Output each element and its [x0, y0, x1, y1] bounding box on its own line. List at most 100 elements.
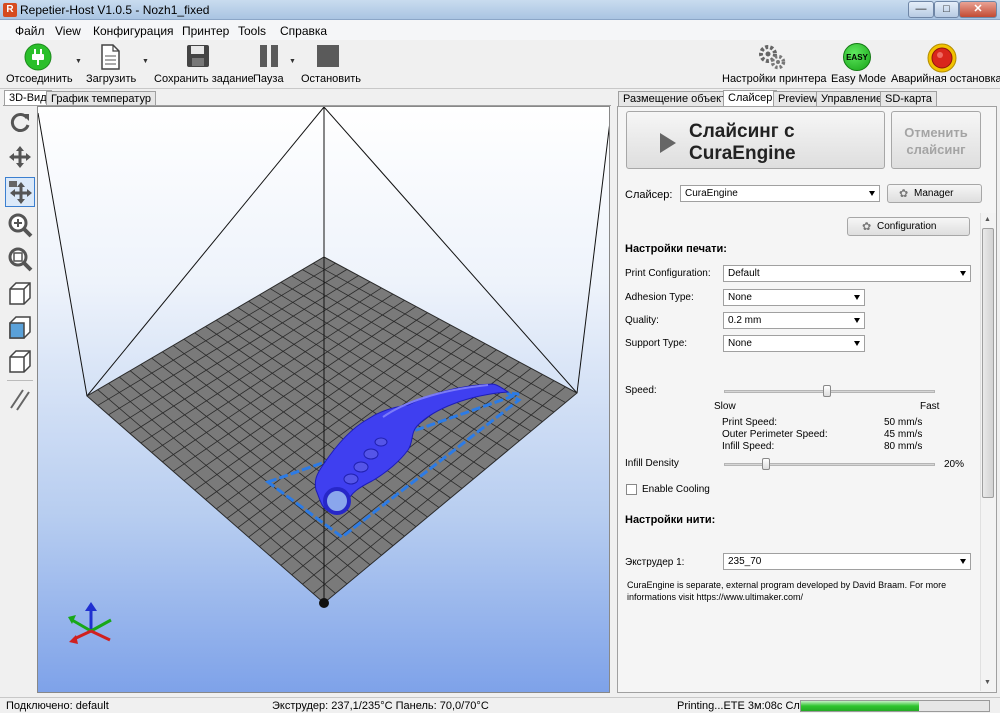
- stop-icon: [317, 45, 339, 67]
- tab-sd-card[interactable]: SD-карта: [880, 91, 938, 107]
- menu-printer[interactable]: Принтер: [182, 24, 229, 38]
- print-speed-value: 50 mm/s: [884, 417, 923, 428]
- speed-slider-thumb[interactable]: [822, 385, 831, 397]
- menu-help[interactable]: Справка: [280, 24, 327, 38]
- move-object-tool-selected[interactable]: [5, 177, 35, 207]
- fit-view-icon[interactable]: [7, 246, 33, 272]
- slicer-select-value: CuraEngine: [685, 188, 738, 199]
- scroll-down-icon[interactable]: ▼: [984, 679, 991, 686]
- view-front-icon[interactable]: [7, 315, 33, 341]
- gear-icon: ✿: [899, 188, 909, 200]
- support-type-select[interactable]: None: [723, 335, 865, 352]
- disconnect-button[interactable]: Отсоединить: [4, 42, 73, 88]
- document-icon: [101, 44, 120, 70]
- chevron-down-icon: [960, 271, 966, 276]
- tab-preview[interactable]: Preview: [773, 91, 823, 107]
- manager-label: Manager: [914, 188, 954, 199]
- infill-density-value: 20%: [944, 459, 965, 470]
- scrollbar-thumb[interactable]: [982, 228, 994, 498]
- support-type-label: Support Type:: [625, 338, 688, 349]
- window-title: Repetier-Host V1.0.5 - Nozh1_fixed: [20, 3, 210, 17]
- emergency-stop-icon: [927, 43, 957, 73]
- emergency-stop-button[interactable]: Аварийная остановка: [889, 42, 1000, 88]
- infill-density-slider-track[interactable]: [724, 463, 935, 466]
- view-top-icon[interactable]: [7, 349, 33, 375]
- chevron-down-icon: [854, 295, 860, 300]
- adhesion-type-select[interactable]: None: [723, 289, 865, 306]
- cancel-line1: Отменить: [904, 125, 968, 140]
- manager-button[interactable]: ✿ Manager: [887, 184, 982, 203]
- outer-perimeter-speed-value: 45 mm/s: [884, 429, 923, 440]
- save-job-label: Сохранить задание: [154, 73, 254, 85]
- print-bed: [86, 256, 578, 604]
- print-speed-label: Print Speed:: [722, 417, 778, 428]
- stop-button[interactable]: Остановить: [300, 42, 362, 88]
- pause-dropdown-arrow[interactable]: ▼: [289, 58, 296, 65]
- configuration-button[interactable]: ✿ Configuration: [847, 217, 970, 236]
- gear-icon: ✿: [862, 221, 872, 233]
- outer-perimeter-speed-label: Outer Perimeter Speed:: [722, 429, 828, 440]
- extruder1-label: Экструдер 1:: [625, 557, 685, 568]
- print-configuration-select[interactable]: Default: [723, 265, 971, 282]
- save-job-button[interactable]: Сохранить задание: [152, 42, 254, 88]
- chevron-down-icon: [869, 191, 875, 196]
- print-configuration-value: Default: [728, 268, 760, 279]
- menu-tools[interactable]: Tools: [238, 24, 266, 38]
- close-button[interactable]: ✕: [959, 1, 997, 18]
- chevron-down-icon: [960, 559, 966, 564]
- tab-control[interactable]: Управление: [816, 91, 888, 107]
- chevron-down-icon: [854, 341, 860, 346]
- pause-icon: [260, 45, 278, 67]
- slicer-label: Слайсер:: [625, 189, 673, 201]
- floppy-icon: [187, 45, 209, 67]
- slice-with-curaengine-button[interactable]: Слайсинг с CuraEngine: [626, 111, 885, 169]
- scroll-up-icon[interactable]: ▲: [984, 216, 991, 223]
- menu-file[interactable]: Файл: [15, 24, 45, 38]
- menu-configuration[interactable]: Конфигурация: [93, 24, 174, 38]
- reset-view-icon[interactable]: [7, 110, 33, 136]
- move-view-icon[interactable]: [7, 144, 33, 170]
- cancel-slicing-label: Отменить слайсинг: [892, 124, 980, 158]
- filament-settings-title: Настройки нити:: [625, 514, 716, 526]
- chevron-down-icon: [854, 318, 860, 323]
- stop-label: Остановить: [301, 73, 362, 85]
- configuration-label: Configuration: [877, 221, 937, 232]
- view-isometric-icon[interactable]: [7, 281, 33, 307]
- load-button[interactable]: Загрузить: [84, 42, 142, 88]
- infill-density-slider-thumb[interactable]: [761, 458, 770, 470]
- disconnect-dropdown-arrow[interactable]: ▼: [75, 58, 82, 65]
- load-dropdown-arrow[interactable]: ▼: [142, 58, 149, 65]
- emergency-stop-label: Аварийная остановка: [891, 73, 1000, 85]
- menu-view[interactable]: View: [55, 24, 81, 38]
- infill-speed-value: 80 mm/s: [884, 441, 923, 452]
- menu-bar: Файл View Конфигурация Принтер Tools Спр…: [0, 20, 1000, 40]
- 3d-viewport[interactable]: [37, 106, 610, 693]
- gears-icon: [759, 45, 786, 70]
- zoom-icon[interactable]: [7, 212, 33, 238]
- infill-density-label: Infill Density: [625, 458, 679, 469]
- quality-select[interactable]: 0.2 mm: [723, 312, 865, 329]
- cancel-slicing-button[interactable]: Отменить слайсинг: [891, 111, 981, 169]
- parallel-projection-icon[interactable]: [7, 386, 33, 412]
- speed-label: Speed:: [625, 385, 657, 396]
- minimize-button[interactable]: —: [908, 1, 934, 18]
- extruder1-value: 235_70: [728, 556, 762, 567]
- pause-button[interactable]: Пауза: [251, 42, 287, 88]
- printer-settings-button[interactable]: Настройки принтера: [722, 42, 827, 88]
- tab-slicer[interactable]: Слайсер: [723, 90, 778, 107]
- slicer-panel: Слайсинг с CuraEngine Отменить слайсинг …: [617, 106, 997, 693]
- quality-label: Quality:: [625, 315, 659, 326]
- maximize-button[interactable]: □: [934, 1, 959, 18]
- easy-mode-icon: EASY: [843, 43, 871, 71]
- tab-object-placement[interactable]: Размещение объекта: [618, 91, 738, 107]
- easy-mode-button[interactable]: EASY Easy Mode: [830, 42, 886, 88]
- enable-cooling-checkbox[interactable]: [626, 484, 637, 495]
- print-volume-scene: [38, 107, 609, 644]
- play-icon: [660, 133, 676, 153]
- load-label: Загрузить: [86, 73, 137, 85]
- slicer-select[interactable]: CuraEngine: [680, 185, 880, 202]
- enable-cooling-label: Enable Cooling: [642, 484, 710, 495]
- quality-value: 0.2 mm: [728, 315, 762, 326]
- extruder1-select[interactable]: 235_70: [723, 553, 971, 570]
- speed-slow-label: Slow: [714, 401, 736, 412]
